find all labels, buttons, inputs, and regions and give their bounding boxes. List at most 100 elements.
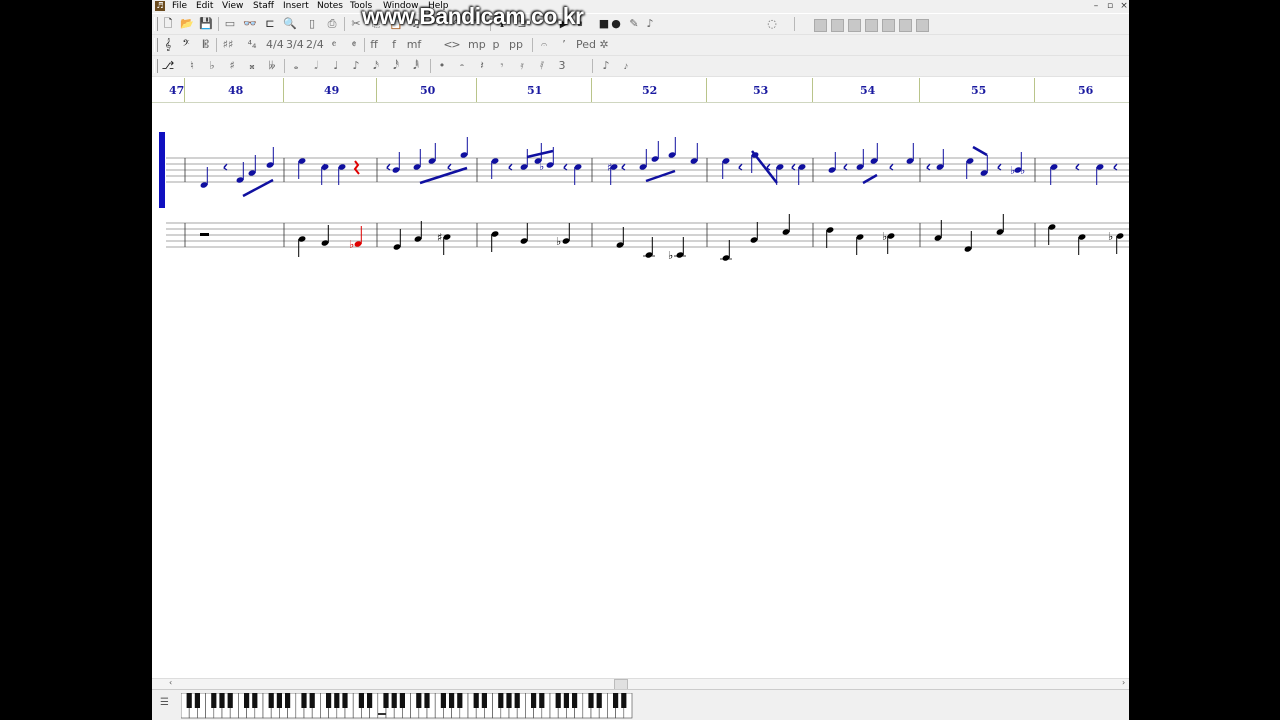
page-icon[interactable]: ▯: [304, 16, 320, 32]
forte-icon[interactable]: f: [386, 37, 402, 53]
black-key[interactable]: [285, 693, 291, 708]
app-icon[interactable]: ♬: [155, 1, 165, 11]
menu-view[interactable]: View: [222, 0, 243, 13]
measure-number[interactable]: 55: [971, 84, 986, 97]
black-key[interactable]: [358, 693, 364, 708]
save-icon[interactable]: 💾: [198, 16, 214, 32]
c-clef-icon[interactable]: 𝄡: [198, 37, 214, 53]
pedal-icon[interactable]: Ped: [576, 37, 596, 53]
black-key[interactable]: [539, 693, 545, 708]
half-rest-icon[interactable]: 𝄼: [454, 58, 470, 74]
fermata-icon[interactable]: 𝄐: [536, 37, 552, 53]
sixteenth-note-icon[interactable]: 𝅘𝅥𝅯: [368, 58, 384, 74]
print-icon[interactable]: ⎙: [324, 16, 340, 32]
black-key[interactable]: [481, 693, 487, 708]
black-key[interactable]: [572, 693, 578, 708]
menu-notes[interactable]: Notes: [317, 0, 343, 13]
black-key[interactable]: [186, 693, 192, 708]
disabled-toolbar-button[interactable]: [848, 19, 861, 32]
black-key[interactable]: [596, 693, 602, 708]
black-key[interactable]: [391, 693, 397, 708]
black-key[interactable]: [334, 693, 340, 708]
key-sig-icon[interactable]: ♯♯: [220, 37, 236, 53]
sixtyfourth-note-icon[interactable]: 𝅘𝅥𝅱: [408, 58, 424, 74]
decrescendo-icon[interactable]: >: [448, 37, 464, 53]
disabled-toolbar-button[interactable]: [899, 19, 912, 32]
flat-icon[interactable]: ♭: [204, 58, 220, 74]
toolbar-grip[interactable]: [154, 59, 158, 73]
time-2-4-icon[interactable]: 2/4: [306, 37, 324, 53]
menu-file[interactable]: File: [172, 0, 187, 13]
print-preview-icon[interactable]: ▭: [222, 16, 238, 32]
natural-icon[interactable]: ♮: [184, 58, 200, 74]
black-key[interactable]: [383, 693, 389, 708]
tool-icon[interactable]: ♪: [642, 16, 658, 32]
time-4-4-icon[interactable]: 4/4: [266, 37, 284, 53]
staff-add-icon[interactable]: ⊏: [262, 16, 278, 32]
mezzoforte-icon[interactable]: mf: [406, 37, 422, 53]
black-key[interactable]: [309, 693, 315, 708]
black-key[interactable]: [301, 693, 307, 708]
toolbar-grip[interactable]: [154, 17, 158, 31]
open-file-icon[interactable]: 📂: [179, 16, 195, 32]
thirtysecond-note-icon[interactable]: 𝅘𝅥𝅰: [388, 58, 404, 74]
eighth-rest-icon[interactable]: 𝄾: [494, 58, 510, 74]
toolbar-grip[interactable]: [154, 38, 158, 52]
menu-insert[interactable]: Insert: [283, 0, 309, 13]
black-key[interactable]: [563, 693, 569, 708]
sharp-icon[interactable]: ♯: [224, 58, 240, 74]
measure-number[interactable]: 51: [527, 84, 542, 97]
black-key[interactable]: [276, 693, 282, 708]
whole-note-icon[interactable]: 𝅝: [288, 58, 304, 74]
black-key[interactable]: [342, 693, 348, 708]
half-note-icon[interactable]: 𝅗𝅥: [308, 58, 324, 74]
eighth-note-icon[interactable]: ♪: [348, 58, 364, 74]
black-key[interactable]: [440, 693, 446, 708]
disabled-toolbar-button[interactable]: [865, 19, 878, 32]
measure-number[interactable]: 52: [642, 84, 657, 97]
measure-ruler[interactable]: 47 48 49 50 51 52 53 54 55 56: [152, 78, 1129, 103]
triplet-icon[interactable]: 3: [554, 58, 570, 74]
grace-note-icon[interactable]: ♪: [598, 58, 614, 74]
black-key[interactable]: [211, 693, 217, 708]
black-key[interactable]: [219, 693, 225, 708]
piano-keyboard[interactable]: [181, 693, 633, 719]
dotted-note-icon[interactable]: •: [434, 58, 450, 74]
black-key[interactable]: [367, 693, 373, 708]
grace-slash-icon[interactable]: 𝆔: [618, 58, 634, 74]
pedal-up-icon[interactable]: ✲: [596, 37, 612, 53]
measure-number[interactable]: 47: [169, 84, 184, 97]
measure-number[interactable]: 50: [420, 84, 435, 97]
fortissimo-icon[interactable]: ff: [366, 37, 382, 53]
black-key[interactable]: [621, 693, 627, 708]
menu-edit[interactable]: Edit: [196, 0, 213, 13]
measure-number[interactable]: 53: [753, 84, 768, 97]
pianissimo-icon[interactable]: pp: [508, 37, 524, 53]
restore-button[interactable]: ▫: [1103, 0, 1117, 12]
scroll-left-arrow[interactable]: ‹: [169, 678, 172, 687]
measure-number[interactable]: 56: [1078, 84, 1093, 97]
cut-time-icon[interactable]: 𝄵: [346, 37, 362, 53]
black-key[interactable]: [326, 693, 332, 708]
keyboard-grip-icon[interactable]: ☰: [160, 697, 169, 708]
mezzopiano-icon[interactable]: mp: [468, 37, 486, 53]
quarter-rest-icon[interactable]: 𝄽: [474, 58, 490, 74]
select-tool-icon[interactable]: ⎇: [160, 58, 176, 74]
black-key[interactable]: [399, 693, 405, 708]
breath-icon[interactable]: ’: [556, 37, 572, 53]
black-key[interactable]: [514, 693, 520, 708]
common-time-icon[interactable]: 𝄴: [326, 37, 342, 53]
disabled-toolbar-button[interactable]: [916, 19, 929, 32]
double-sharp-icon[interactable]: 𝄪: [244, 58, 260, 74]
measure-number[interactable]: 49: [324, 84, 339, 97]
tool-icon[interactable]: ◌: [764, 16, 780, 32]
black-key[interactable]: [449, 693, 455, 708]
black-key[interactable]: [252, 693, 258, 708]
disabled-toolbar-button[interactable]: [814, 19, 827, 32]
time-sig-icon[interactable]: ⁴₄: [244, 37, 260, 53]
disabled-toolbar-button[interactable]: [831, 19, 844, 32]
minimize-button[interactable]: –: [1089, 0, 1103, 12]
new-file-icon[interactable]: 🗋: [160, 16, 176, 32]
treble-clef-icon[interactable]: 𝄞: [160, 37, 176, 53]
black-key[interactable]: [588, 693, 594, 708]
